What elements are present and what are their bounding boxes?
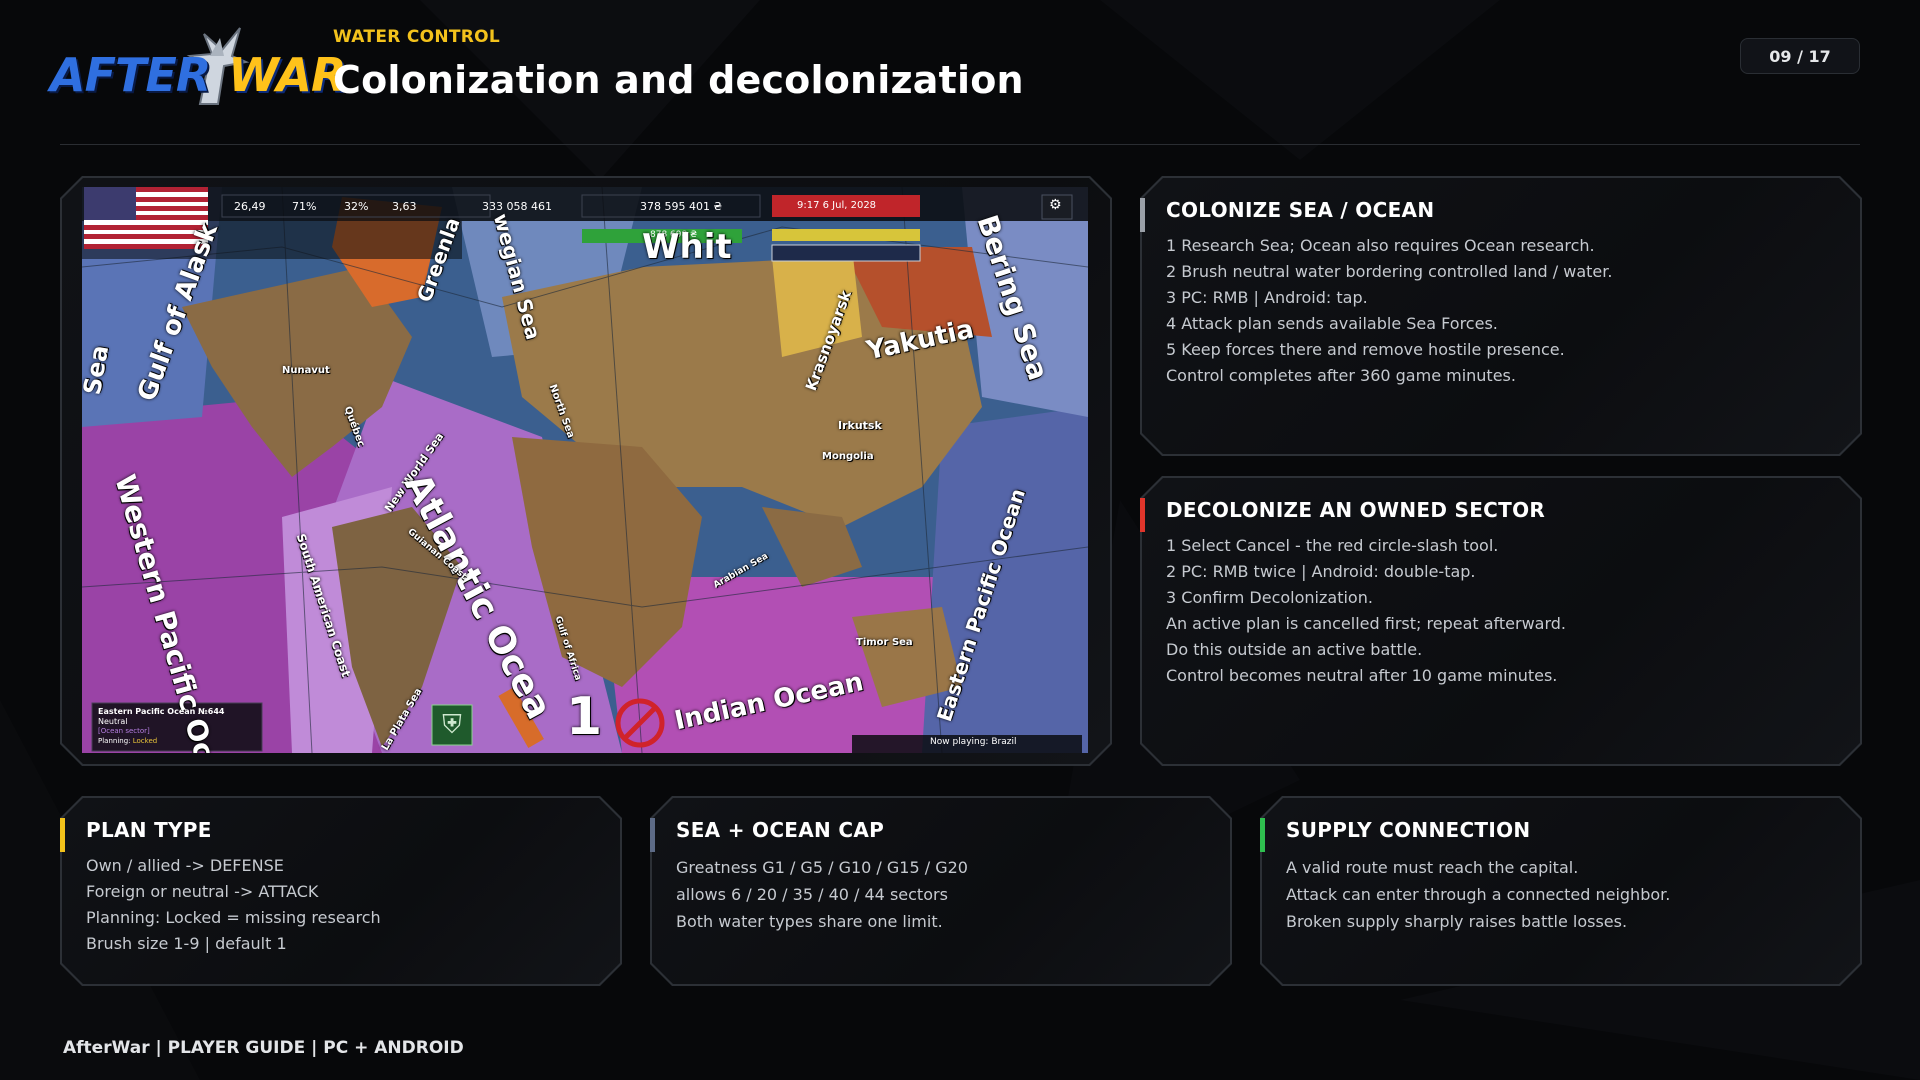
decolonize-line: 1 Select Cancel - the red circle-slash t… [1166,536,1499,555]
shield-button-icon[interactable]: ⛨ [432,705,472,745]
header-divider [60,144,1860,145]
world-map [82,187,1088,753]
plan-type-line: Planning: Locked = missing research [86,908,381,927]
decolonize-line: Do this outside an active battle. [1166,640,1423,659]
supply-accent [1260,818,1265,852]
colonize-line: 1 Research Sea; Ocean also requires Ocea… [1166,236,1595,255]
colonize-line: 4 Attack plan sends available Sea Forces… [1166,314,1498,333]
colonize-title: COLONIZE SEA / OCEAN [1166,198,1435,222]
colonize-line: 5 Keep forces there and remove hostile p… [1166,340,1565,359]
game-screenshot: 26,49 71% 32% 3,63 333 058 461 378 595 4… [82,187,1088,753]
colonize-line: 3 PC: RMB | Android: tap. [1166,288,1368,307]
footer: AfterWar | PLAYER GUIDE | PC + ANDROID [63,1038,464,1058]
decolonize-line: An active plan is cancelled first; repea… [1166,614,1567,633]
hud-stat-greatness: 26,49 [234,200,266,213]
supply-line: A valid route must reach the capital. [1286,858,1579,877]
brush-tool-icon[interactable] [502,682,538,748]
cancel-tool-icon[interactable] [614,697,666,749]
hud-stat-rating: 3,63 [392,200,417,213]
info-sector-name: Eastern Pacific Ocean №644 [98,707,225,716]
supply-title: SUPPLY CONNECTION [1286,818,1531,842]
cap-line: Greatness G1 / G5 / G10 / G15 / G20 [676,858,968,877]
label-mongolia: Mongolia [822,451,874,462]
info-sector-owner: Neutral [98,717,128,726]
colonize-panel: COLONIZE SEA / OCEAN 1 Research Sea; Oce… [1140,176,1862,456]
now-playing: Now playing: Brazil [930,737,1017,747]
decolonize-line: Control becomes neutral after 10 game mi… [1166,666,1558,685]
decolonize-line: 2 PC: RMB twice | Android: double-tap. [1166,562,1476,581]
hud-stat-stability: 32% [344,200,369,213]
colonize-accent [1140,198,1145,232]
cap-line: Both water types share one limit. [676,912,943,931]
info-planning-label: Planning: [98,737,131,745]
cap-title: SEA + OCEAN CAP [676,818,885,842]
decolonize-panel: DECOLONIZE AN OWNED SECTOR 1 Select Canc… [1140,476,1862,766]
page-title: Colonization and decolonization [333,58,1024,102]
hud-money: 378 595 401 ₴ [640,200,722,213]
label-timor-sea: Timor Sea [856,637,913,648]
hud-date: 9:17 6 Jul, 2028 [797,200,877,211]
decolonize-line: 3 Confirm Decolonization. [1166,588,1373,607]
plan-type-panel: PLAN TYPE Own / allied -> DEFENSE Foreig… [60,796,622,986]
supply-connection-panel: SUPPLY CONNECTION A valid route must rea… [1260,796,1862,986]
logo-wordmark: AFTER WAR [50,48,346,102]
label-nunavut: Nunavut [282,365,330,376]
decolonize-accent [1140,498,1145,532]
colonize-line: Control completes after 360 game minutes… [1166,366,1516,385]
cap-accent [650,818,655,852]
hud-stat-approval: 71% [292,200,317,213]
info-planning: Planning: Locked [98,737,157,745]
cap-line: allows 6 / 20 / 35 / 40 / 44 sectors [676,885,948,904]
settings-gear-icon[interactable]: ⚙ [1049,197,1062,213]
info-planning-value: Locked [132,737,158,745]
plan-type-line: Own / allied -> DEFENSE [86,856,284,875]
brush-size-indicator[interactable]: 1 [566,687,602,747]
label-irkutsk: Irkutsk [838,419,882,432]
afterwar-logo: AFTER WAR [50,26,346,106]
sea-ocean-cap-panel: SEA + OCEAN CAP Greatness G1 / G5 / G10 … [650,796,1232,986]
supply-line: Attack can enter through a connected nei… [1286,885,1671,904]
plan-type-line: Brush size 1-9 | default 1 [86,934,287,953]
plan-type-accent [60,818,65,852]
supply-line: Broken supply sharply raises battle loss… [1286,912,1628,931]
label-white-sea: Whit [642,227,732,267]
section-kicker: WATER CONTROL [333,27,501,47]
hud-population: 333 058 461 [482,200,552,213]
plan-type-line: Foreign or neutral -> ATTACK [86,882,319,901]
page-counter: 09 / 17 [1740,38,1860,74]
decolonize-title: DECOLONIZE AN OWNED SECTOR [1166,498,1546,522]
info-sector-type: [Ocean sector] [98,727,150,735]
plan-type-title: PLAN TYPE [86,818,212,842]
colonize-line: 2 Brush neutral water bordering controll… [1166,262,1613,281]
